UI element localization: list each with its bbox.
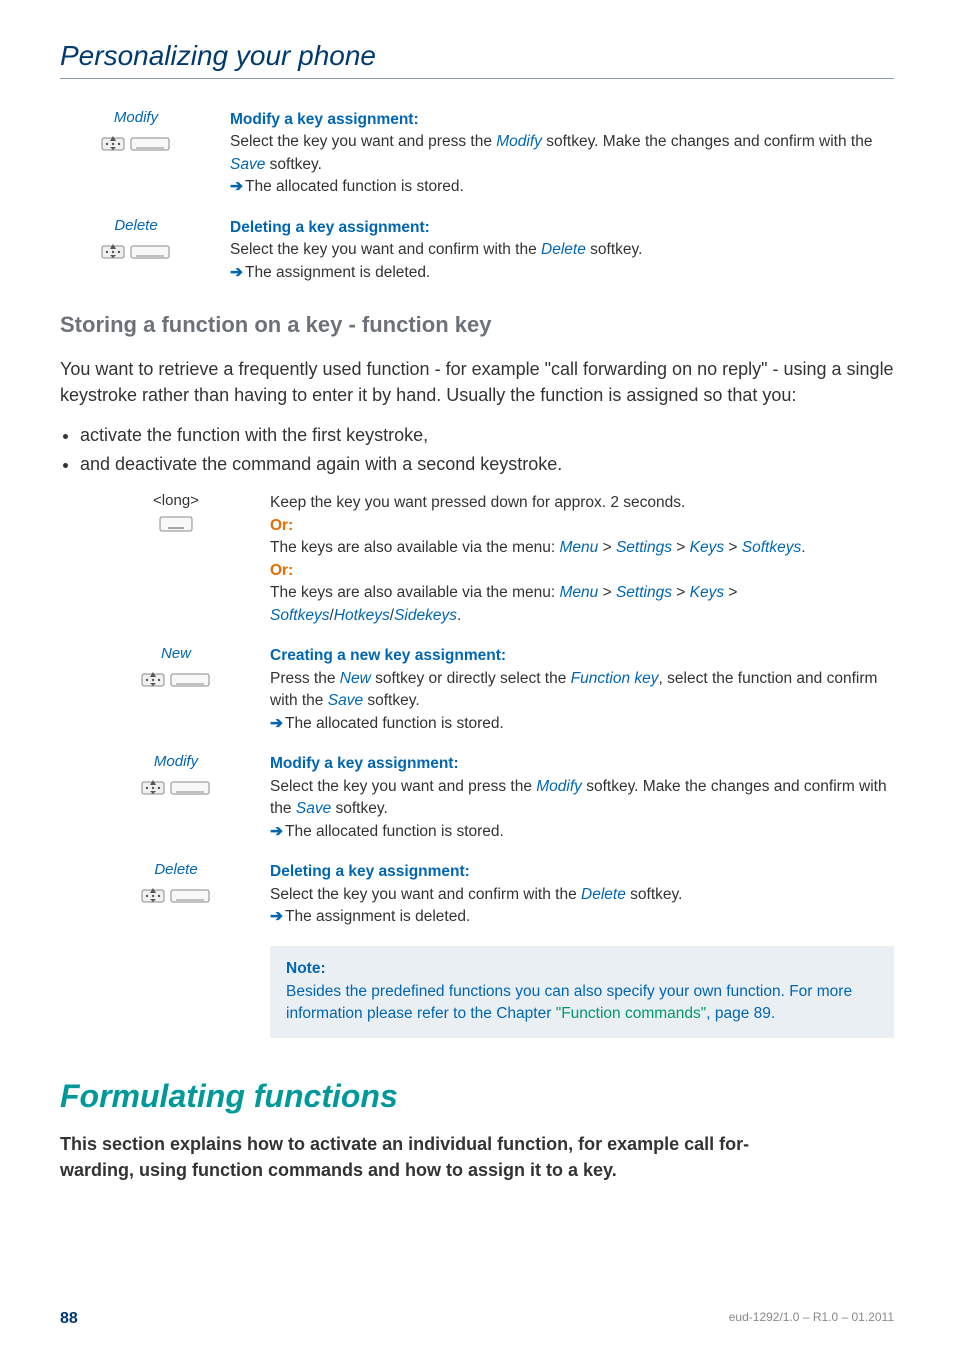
- step-left: Delete: [60, 217, 230, 284]
- step-label: Delete: [100, 861, 252, 878]
- step-row: Delete Deleting a key assignment: Select…: [60, 217, 894, 284]
- step-row: Modify Modify a key assignment: Select t…: [100, 753, 894, 843]
- step-label: <long>: [100, 492, 252, 509]
- inline-term: Hotkeys: [334, 607, 390, 624]
- step-row: <long> Keep the key you want pressed dow…: [100, 492, 894, 627]
- step-heading: Modify a key assignment:: [270, 753, 894, 775]
- step-heading: Creating a new key assignment:: [270, 645, 894, 667]
- footer: 88 eud-1292/1.0 – R1.0 – 01.2011: [60, 1310, 894, 1328]
- inline-term: Sidekeys: [394, 607, 457, 624]
- inline-term: Modify: [496, 133, 542, 150]
- step-label: Modify: [100, 753, 252, 770]
- bullet-list: activate the function with the first key…: [60, 422, 894, 478]
- step-row: New Creating a new key assignment: Press…: [100, 645, 894, 735]
- inline-term: Keys: [690, 539, 724, 556]
- step-heading: Deleting a key assignment:: [270, 861, 894, 883]
- inline-term: Settings: [616, 584, 672, 601]
- inline-term: Softkeys: [270, 607, 329, 624]
- softkey-icon: [100, 882, 252, 906]
- header-rule: [60, 78, 894, 79]
- or-label: Or:: [270, 562, 293, 579]
- doc-id: eud-1292/1.0 – R1.0 – 01.2011: [729, 1310, 894, 1328]
- step-label: Delete: [60, 217, 212, 234]
- inline-term: Keys: [690, 584, 724, 601]
- note-title: Note:: [286, 960, 326, 977]
- inline-term: Modify: [536, 778, 582, 795]
- step-body: Keep the key you want pressed down for a…: [270, 492, 894, 627]
- arrow-icon: ➔: [270, 823, 283, 840]
- inline-term: Save: [296, 800, 331, 817]
- step-heading: Deleting a key assignment:: [230, 217, 894, 239]
- inline-term: Function key: [571, 670, 659, 687]
- arrow-icon: ➔: [230, 264, 243, 281]
- step-body: Creating a new key assignment: Press the…: [270, 645, 894, 735]
- inline-term: Save: [328, 692, 363, 709]
- softkey-icon: [100, 774, 252, 798]
- inline-term: Delete: [541, 241, 586, 258]
- inline-term: Save: [230, 156, 265, 173]
- step-left: <long>: [100, 492, 270, 627]
- inline-term: New: [340, 670, 371, 687]
- step-body: Deleting a key assignment: Select the ke…: [270, 861, 894, 928]
- bullet-item: and deactivate the command again with a …: [80, 451, 894, 478]
- step-body: Modify a key assignment: Select the key …: [230, 109, 894, 199]
- inline-term: Softkeys: [742, 539, 801, 556]
- section-paragraph: You want to retrieve a frequently used f…: [60, 356, 894, 408]
- arrow-icon: ➔: [230, 178, 243, 195]
- step-left: Modify: [100, 753, 270, 843]
- longpress-key-icon: [100, 513, 252, 535]
- or-label: Or:: [270, 517, 293, 534]
- inline-term: Settings: [616, 539, 672, 556]
- step-left: Modify: [60, 109, 230, 199]
- step-label: Modify: [60, 109, 212, 126]
- softkey-icon: [60, 238, 212, 262]
- step-row: Modify Modify a key assignment: Select t…: [60, 109, 894, 199]
- inline-term: Menu: [560, 539, 599, 556]
- arrow-icon: ➔: [270, 908, 283, 925]
- note-xref: "Function commands": [556, 1005, 707, 1022]
- intro-paragraph: This section explains how to activate an…: [60, 1131, 894, 1183]
- page-number: 88: [60, 1310, 78, 1328]
- softkey-icon: [100, 666, 252, 690]
- bullet-item: activate the function with the first key…: [80, 422, 894, 449]
- step-heading: Modify a key assignment:: [230, 109, 894, 131]
- inline-term: Menu: [560, 584, 599, 601]
- step-body: Deleting a key assignment: Select the ke…: [230, 217, 894, 284]
- step-label: New: [100, 645, 252, 662]
- step-body: Modify a key assignment: Select the key …: [270, 753, 894, 843]
- step-left: Delete: [100, 861, 270, 928]
- note-body: Besides the predefined functions you can…: [286, 983, 852, 1022]
- arrow-icon: ➔: [270, 715, 283, 732]
- step-row: Delete Deleting a key assignment: Select…: [100, 861, 894, 928]
- section-heading: Storing a function on a key - function k…: [60, 312, 894, 338]
- note-box: Note: Besides the predefined functions y…: [270, 946, 894, 1037]
- heading-formulating: Formulating functions: [60, 1078, 894, 1115]
- page-header-title: Personalizing your phone: [60, 40, 894, 72]
- softkey-icon: [60, 130, 212, 154]
- inline-term: Delete: [581, 886, 626, 903]
- step-left: New: [100, 645, 270, 735]
